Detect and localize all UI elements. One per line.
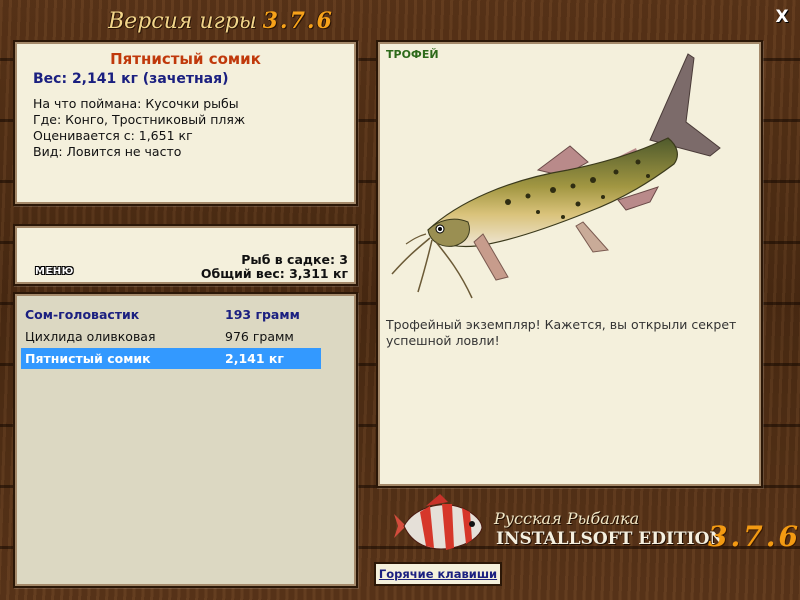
hotkeys-button[interactable]: Горячие клавиши <box>374 562 502 586</box>
threshold-line: Оценивается с: 1,651 кг <box>33 128 193 143</box>
menu-button[interactable]: МЕНЮ <box>35 266 74 277</box>
list-item-weight: 193 грамм <box>225 307 300 322</box>
brand-fish-logo <box>394 494 483 550</box>
list-item-selected[interactable]: Пятнистый сомик 2,141 кг <box>21 348 321 369</box>
fish-list-panel: Сом-головастик 193 грамм Цихлида оливков… <box>13 292 358 588</box>
window-title-version: 3.7.6 <box>262 8 334 34</box>
window-title-text: Версия игры <box>108 9 257 34</box>
list-item-weight: 2,141 кг <box>225 351 284 366</box>
bait-line: На что поймана: Кусочки рыбы <box>33 96 239 111</box>
catfish-image <box>391 53 721 299</box>
catch-info-panel: Пятнистый сомик Вес: 2,141 кг (зачетная)… <box>13 40 358 206</box>
fish-weight: Вес: 2,141 кг (зачетная) <box>33 71 229 87</box>
list-item-name: Цихлида оливковая <box>25 329 156 344</box>
brand-edition: INSTALLSOFT EDITION <box>496 529 725 549</box>
brand-title: Русская Рыбалка <box>494 509 640 528</box>
trophy-message: Трофейный экземпляр! Кажется, вы открыли… <box>386 317 737 348</box>
list-item-name: Пятнистый сомик <box>25 351 151 366</box>
fish-name: Пятнистый сомик <box>110 50 261 68</box>
list-item[interactable]: Сом-головастик 193 грамм <box>21 304 321 325</box>
list-item-weight: 976 грамм <box>225 329 294 344</box>
brand-version: 3.7.6 <box>708 520 800 553</box>
fish-count: Рыб в садке: 3 <box>241 252 348 267</box>
list-item-name: Сом-головастик <box>25 307 140 322</box>
trophy-panel: ТРОФЕЙ Трофейный экземпляр! Кажется, вы … <box>376 40 763 488</box>
window-title: Версия игры 3.7.6 <box>108 8 332 36</box>
frequency-line: Вид: Ловится не часто <box>33 144 182 159</box>
location-line: Где: Конго, Тростниковый пляж <box>33 112 246 127</box>
list-item[interactable]: Цихлида оливковая 976 грамм <box>21 326 321 347</box>
keepnet-panel: МЕНЮ Рыб в садке: 3 Общий вес: 3,311 кг <box>13 224 358 286</box>
total-weight: Общий вес: 3,311 кг <box>200 266 348 281</box>
close-icon[interactable]: X <box>772 7 792 27</box>
